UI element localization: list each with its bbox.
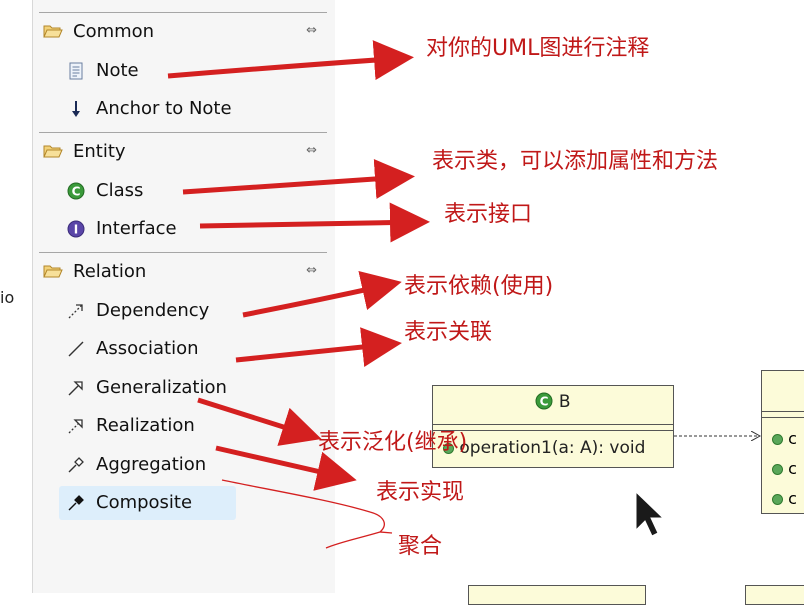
annotation-interface: 表示接口 bbox=[444, 202, 533, 227]
annotation-dependency: 表示依赖(使用) bbox=[404, 274, 554, 299]
tool-label: Association bbox=[96, 338, 199, 359]
uml-class-b[interactable]: C B operation1(a: A): void bbox=[432, 385, 674, 468]
tool-realization[interactable]: Realization bbox=[59, 409, 259, 443]
realization-icon bbox=[68, 419, 83, 434]
class-title: C B bbox=[433, 392, 673, 412]
tool-class[interactable]: C Class bbox=[59, 174, 259, 208]
tool-association[interactable]: Association bbox=[59, 332, 259, 366]
public-method-icon bbox=[772, 464, 783, 475]
compartment-divider bbox=[762, 417, 804, 418]
annotation-generalization: 表示泛化(继承) bbox=[318, 430, 468, 455]
tool-label: Class bbox=[96, 180, 144, 201]
uml-class-bottom-left[interactable] bbox=[468, 585, 646, 605]
compartment-divider bbox=[433, 430, 673, 431]
annotation-note: 对你的UML图进行注释 bbox=[426, 36, 650, 61]
tool-note[interactable]: Note bbox=[59, 54, 259, 88]
tool-label: Aggregation bbox=[96, 454, 207, 475]
pin-icon[interactable]: ⇔ bbox=[306, 143, 317, 158]
svg-text:C: C bbox=[72, 185, 81, 199]
association-icon bbox=[68, 341, 84, 357]
drawer-header-relation[interactable]: Relation ⇔ bbox=[39, 258, 327, 284]
tool-label: Composite bbox=[96, 492, 193, 513]
annotation-aggregation: 聚合 bbox=[398, 534, 443, 559]
tool-generalization[interactable]: Generalization bbox=[59, 371, 259, 405]
left-panel-edge: io bbox=[0, 0, 32, 593]
drawer-header-entity[interactable]: Entity ⇔ bbox=[39, 138, 327, 164]
open-folder-icon bbox=[43, 265, 63, 278]
annotation-class: 表示类，可以添加属性和方法 bbox=[432, 149, 719, 174]
tool-label: Anchor to Note bbox=[96, 98, 232, 119]
annotation-realization: 表示实现 bbox=[376, 480, 465, 505]
annotation-association: 表示关联 bbox=[404, 320, 493, 345]
uml-class-bottom-right[interactable] bbox=[745, 585, 804, 605]
open-folder-icon bbox=[43, 25, 63, 38]
tool-label: Dependency bbox=[96, 300, 210, 321]
interface-icon: I bbox=[67, 220, 85, 238]
anchor-arrow-icon bbox=[72, 101, 80, 117]
pin-icon[interactable]: ⇔ bbox=[306, 23, 317, 38]
open-folder-icon bbox=[43, 145, 63, 158]
drawer-title: Entity bbox=[73, 141, 126, 162]
operation-row: c bbox=[772, 459, 797, 478]
operation-signature: operation1(a: A): void bbox=[459, 438, 646, 458]
class-operation[interactable]: operation1(a: A): void bbox=[443, 438, 645, 458]
drawer-title: Common bbox=[73, 21, 155, 42]
tool-dependency[interactable]: Dependency bbox=[59, 294, 259, 328]
aggregation-icon bbox=[68, 457, 84, 473]
pin-icon[interactable]: ⇔ bbox=[306, 263, 317, 278]
tool-interface[interactable]: I Interface bbox=[59, 212, 259, 246]
drawer-title: Relation bbox=[73, 261, 147, 282]
composite-icon bbox=[68, 495, 84, 511]
tool-composite[interactable]: Composite bbox=[59, 486, 236, 520]
class-name: B bbox=[558, 392, 571, 412]
clipped-label: io bbox=[0, 288, 15, 307]
svg-text:I: I bbox=[74, 223, 78, 237]
svg-text:C: C bbox=[540, 395, 549, 409]
class-icon: C bbox=[535, 392, 553, 410]
note-icon bbox=[69, 62, 83, 80]
compartment-divider bbox=[433, 424, 673, 425]
tool-label: Note bbox=[96, 60, 139, 81]
dependency-icon bbox=[68, 304, 83, 319]
tool-anchor-to-note[interactable]: Anchor to Note bbox=[59, 92, 259, 126]
tool-label: Generalization bbox=[96, 377, 227, 398]
public-method-icon bbox=[772, 494, 783, 505]
operation-row: c bbox=[772, 429, 797, 448]
class-icon: C bbox=[67, 182, 85, 200]
tool-aggregation[interactable]: Aggregation bbox=[59, 448, 259, 482]
tool-label: Interface bbox=[96, 218, 177, 239]
operation-row: c bbox=[772, 489, 797, 508]
palette: Common ⇔ Note Anchor to Note Entity ⇔ C … bbox=[32, 0, 336, 593]
generalization-icon bbox=[68, 381, 83, 396]
tool-label: Realization bbox=[96, 415, 195, 436]
drawer-divider bbox=[39, 132, 327, 133]
drawer-divider bbox=[39, 252, 327, 253]
uml-class-partial[interactable]: c c c bbox=[761, 370, 804, 514]
public-method-icon bbox=[772, 434, 783, 445]
drawer-header-common[interactable]: Common ⇔ bbox=[39, 18, 327, 44]
drawer-divider bbox=[39, 12, 327, 13]
compartment-divider bbox=[762, 411, 804, 412]
